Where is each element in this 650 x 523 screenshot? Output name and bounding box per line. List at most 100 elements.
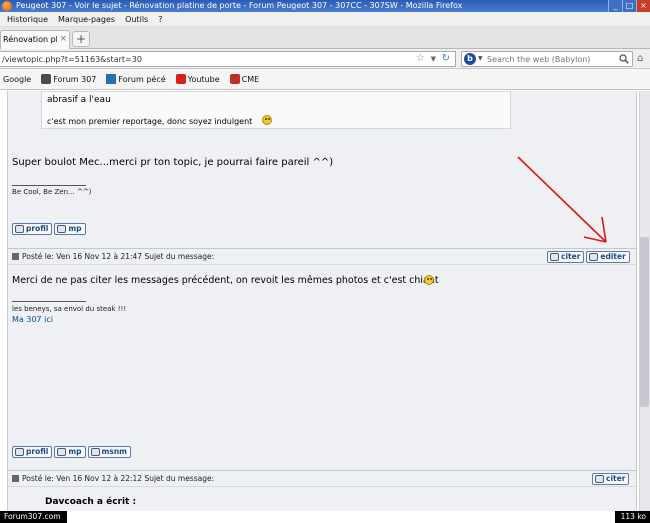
window-title: Peugeot 307 - Voir le sujet - Rénovation… xyxy=(16,1,463,10)
navigation-bar: /viewtopic.php?t=51163&start=30 ☆ ▼ ↻ b … xyxy=(0,49,650,69)
page-content: abrasif a l'eau c'est mon premier report… xyxy=(0,91,650,511)
engine-dropdown-icon[interactable]: ▼ xyxy=(478,55,483,62)
post-reply-text: Super boulot Mec...merci pr ton topic, j… xyxy=(12,157,334,168)
tab-label: Rénovation plat... xyxy=(3,35,57,44)
citer-button-label: citer xyxy=(561,252,581,261)
cme-icon xyxy=(229,74,240,84)
post-actions: citer xyxy=(592,473,631,485)
status-url: Forum307.com xyxy=(0,511,67,523)
bookmark-cme-label: CME xyxy=(241,74,260,84)
profile-icon xyxy=(15,225,24,233)
smiley-icon xyxy=(424,275,434,285)
signature-text: Be Cool, Be Zen... ^^) xyxy=(12,188,92,196)
bookmark-google-label: Google xyxy=(3,74,32,84)
maximize-button[interactable]: □ xyxy=(622,0,636,12)
message-icon xyxy=(57,448,67,456)
new-tab-button[interactable]: + xyxy=(72,31,90,47)
signature-text: les beneys, sa envoi du steak !!! xyxy=(12,305,127,313)
forum-post-column: abrasif a l'eau c'est mon premier report… xyxy=(7,91,637,511)
firefox-icon xyxy=(2,1,12,11)
profil-button-label: profil xyxy=(26,447,49,456)
editer-button[interactable]: editer xyxy=(586,251,630,263)
msn-icon xyxy=(90,448,100,456)
bookmarks-bar: Google Forum 307 Forum pécé Youtube CME xyxy=(0,69,650,90)
search-input[interactable] xyxy=(487,55,615,64)
edit-icon xyxy=(589,253,599,261)
quote-icon xyxy=(595,475,604,483)
post-date: Posté le: Ven 16 Nov 12 à 22:12 Sujet du… xyxy=(22,474,215,483)
lion-icon xyxy=(41,74,52,84)
url-dropdown-icon[interactable]: ▼ xyxy=(431,55,436,63)
close-button[interactable]: × xyxy=(636,0,650,12)
msnm-button-label: msnm xyxy=(101,447,127,456)
signature-divider xyxy=(12,301,86,302)
bookmark-youtube[interactable]: Youtube xyxy=(175,74,220,84)
minimize-button[interactable]: _ xyxy=(608,0,622,12)
bookmark-google[interactable]: Google xyxy=(3,75,31,84)
post-actions: citer editer xyxy=(547,251,632,263)
post-buttons: profil mp msnm xyxy=(12,446,133,458)
citer-button[interactable]: citer xyxy=(547,251,585,263)
home-icon[interactable]: ⌂ xyxy=(637,53,643,64)
citer-button[interactable]: citer xyxy=(592,473,630,485)
mp-button-label: mp xyxy=(68,224,82,233)
citer-button-label: citer xyxy=(606,474,626,483)
youtube-icon xyxy=(175,74,186,84)
msnm-button[interactable]: msnm xyxy=(87,446,131,458)
post-header-text: Posté le: Ven 16 Nov 12 à 21:47 Sujet du… xyxy=(12,252,214,261)
search-icon[interactable] xyxy=(619,54,629,64)
bookmark-forum-307-label: Forum 307 xyxy=(53,74,97,84)
tab-renovation[interactable]: Rénovation plat... × xyxy=(0,30,70,49)
bookmark-forum-307[interactable]: Forum 307 xyxy=(41,74,96,84)
bookmark-youtube-label: Youtube xyxy=(187,74,220,84)
quote-text-line: c'est mon premier reportage, donc soyez … xyxy=(47,117,253,126)
post-header: Posté le: Ven 16 Nov 12 à 22:12 Sujet du… xyxy=(8,470,636,487)
menu-marque-pages[interactable]: Marque-pages xyxy=(58,15,115,24)
search-bar: b ▼ xyxy=(461,51,633,67)
menu-historique[interactable]: Historique xyxy=(7,15,48,24)
post-buttons: profil mp xyxy=(12,223,88,235)
status-bar: Forum307.com 113 ko xyxy=(0,511,650,523)
tab-close-icon[interactable]: × xyxy=(59,34,67,44)
tab-strip: Rénovation plat... × + xyxy=(0,27,650,49)
forum-icon xyxy=(106,74,117,84)
post-date: Posté le: Ven 16 Nov 12 à 21:47 Sujet du… xyxy=(22,252,215,261)
smiley-icon xyxy=(262,115,272,125)
window-controls: _ □ × xyxy=(608,0,650,12)
bookmark-cme[interactable]: CME xyxy=(229,74,260,84)
quote-author: Davcoach a écrit : xyxy=(45,497,137,507)
profil-button-label: profil xyxy=(26,224,49,233)
mp-button[interactable]: mp xyxy=(54,446,86,458)
mp-button-label: mp xyxy=(68,447,82,456)
post-header-text: Posté le: Ven 16 Nov 12 à 22:12 Sujet du… xyxy=(12,474,214,483)
post-icon xyxy=(12,475,19,482)
reload-icon[interactable]: ↻ xyxy=(442,53,450,64)
status-size: 113 ko xyxy=(614,511,650,523)
menu-outils[interactable]: Outils xyxy=(125,15,148,24)
scrollbar-thumb[interactable] xyxy=(640,237,649,407)
bookmark-star-icon[interactable]: ☆ xyxy=(416,53,425,64)
babylon-engine-icon[interactable]: b xyxy=(464,53,476,65)
profile-icon xyxy=(15,448,24,456)
bookmark-forum-pece[interactable]: Forum pécé xyxy=(106,74,166,84)
quote-box: abrasif a l'eau c'est mon premier report… xyxy=(41,91,511,129)
mp-button[interactable]: mp xyxy=(54,223,86,235)
post-body-text: Merci de ne pas citer les messages précé… xyxy=(12,275,439,286)
window-title-bar: Peugeot 307 - Voir le sujet - Rénovation… xyxy=(0,0,650,12)
editer-button-label: editer xyxy=(600,252,626,261)
profil-button[interactable]: profil xyxy=(12,223,53,235)
bookmark-forum-pece-label: Forum pécé xyxy=(118,74,166,84)
profil-button[interactable]: profil xyxy=(12,446,53,458)
url-text: /viewtopic.php?t=51163&start=30 xyxy=(2,55,142,64)
signature-divider xyxy=(12,185,86,186)
message-icon xyxy=(57,225,67,233)
post-header: Posté le: Ven 16 Nov 12 à 21:47 Sujet du… xyxy=(8,248,636,265)
quote-text-line: abrasif a l'eau xyxy=(47,95,111,105)
menu-bar: Historique Marque-pages Outils ? xyxy=(0,12,650,27)
quote-icon xyxy=(550,253,559,261)
page-scrollbar[interactable] xyxy=(639,91,650,511)
signature-link[interactable]: Ma 307 ici xyxy=(12,315,53,324)
post-icon xyxy=(12,253,19,260)
menu-help[interactable]: ? xyxy=(158,15,162,24)
url-bar[interactable]: /viewtopic.php?t=51163&start=30 ☆ ▼ ↻ xyxy=(0,51,456,67)
